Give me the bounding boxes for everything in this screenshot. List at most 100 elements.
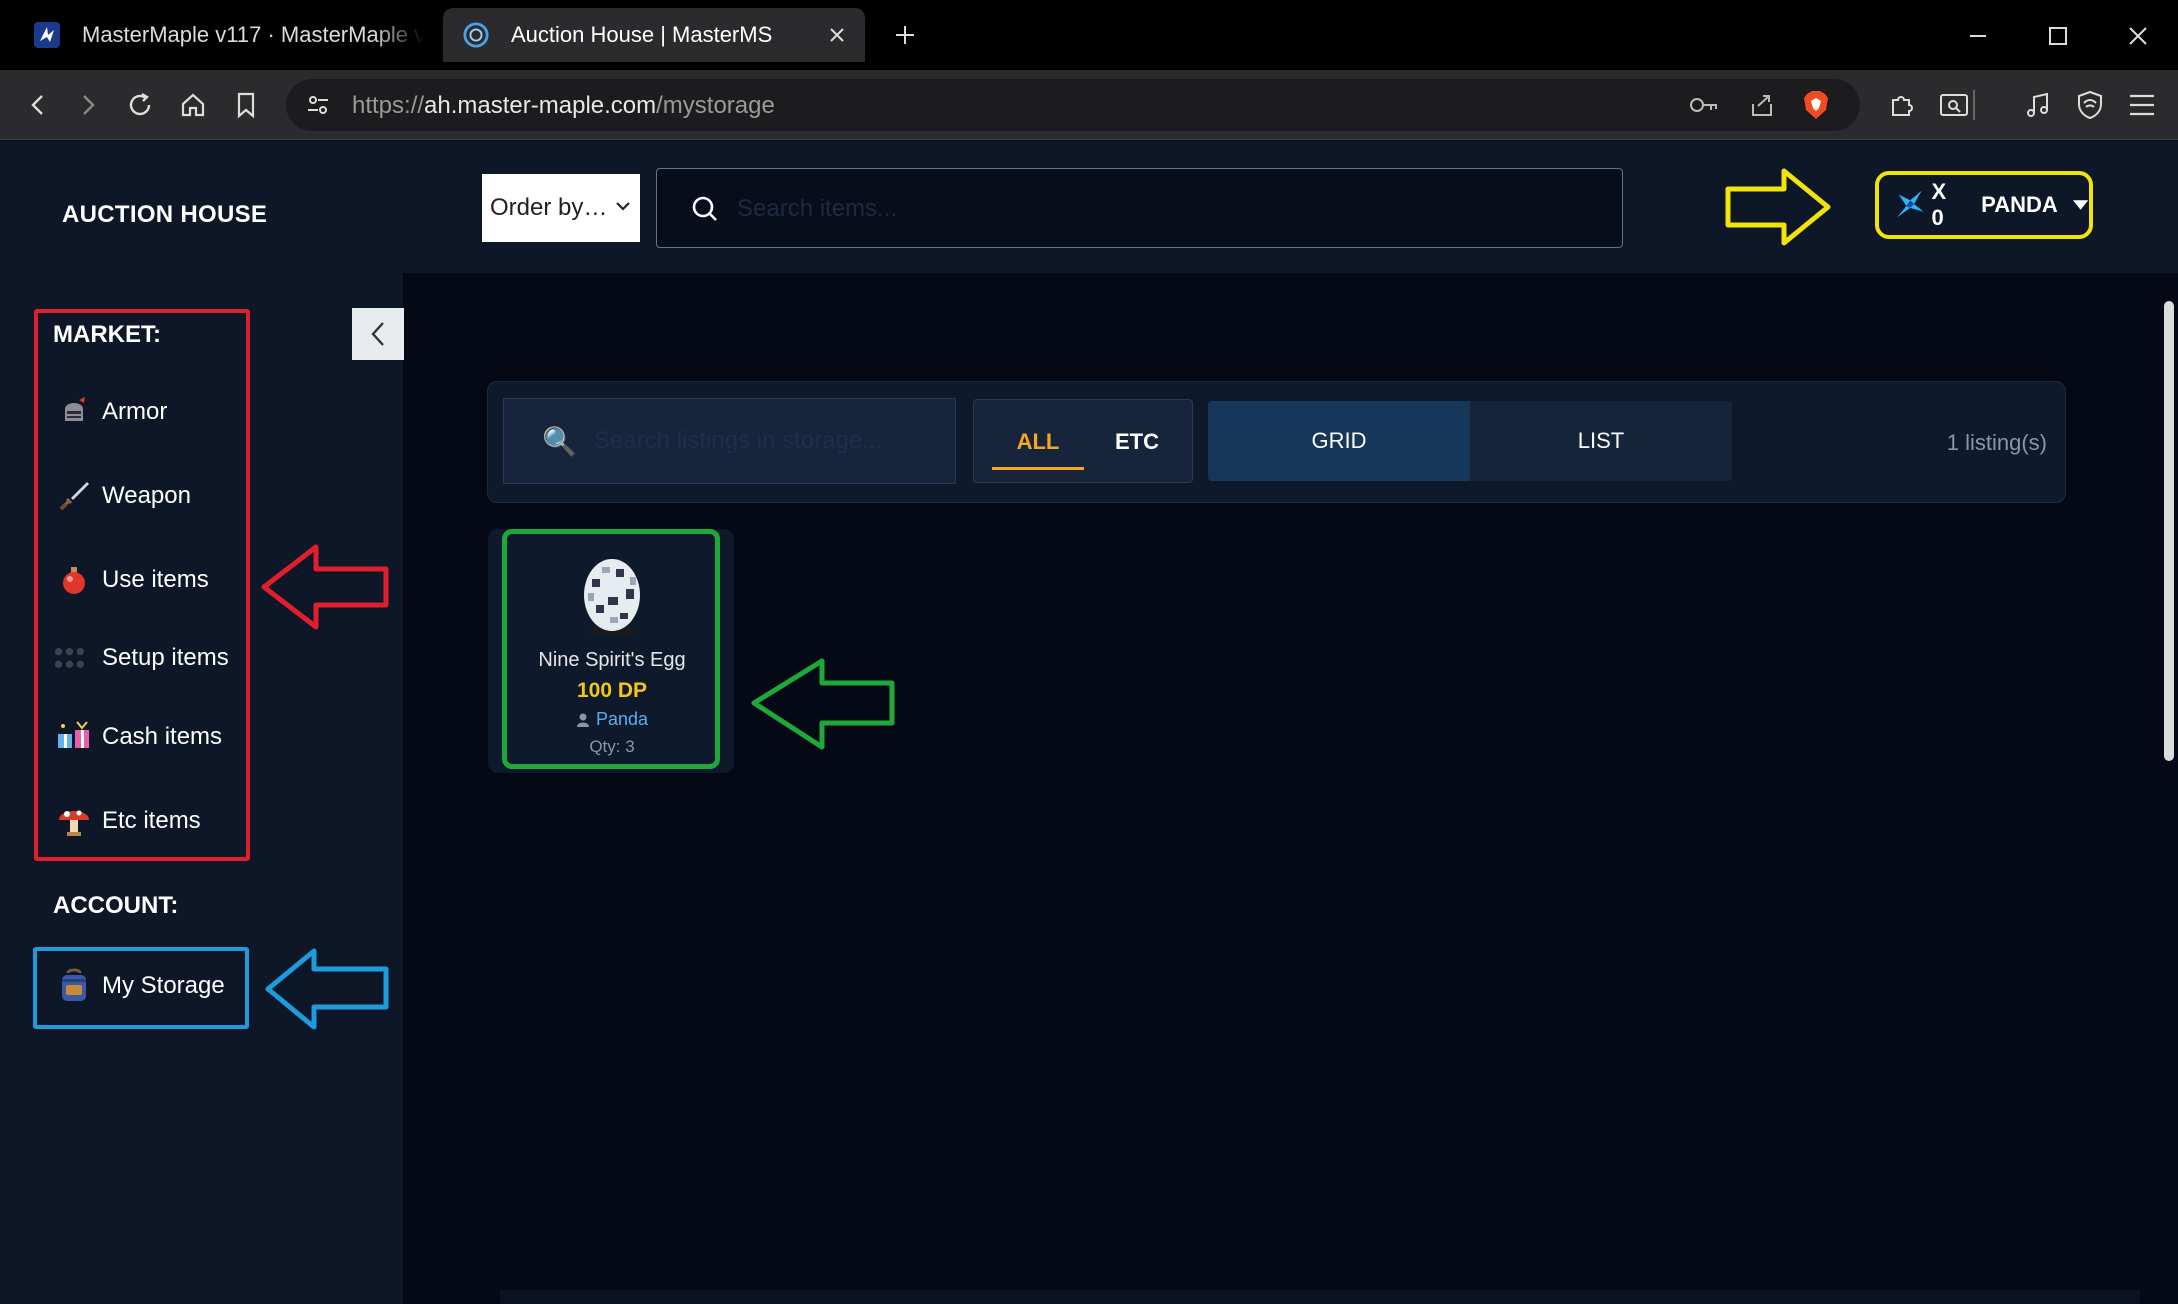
listing-card[interactable]: Nine Spirit's Egg 100 DP Panda Qty: 3	[488, 529, 734, 773]
mushroom-icon	[54, 801, 94, 841]
order-by-select[interactable]: Order by…	[482, 174, 640, 242]
grid-view-button[interactable]: GRID	[1208, 401, 1470, 481]
tab-title: Auction House | MasterMS	[511, 22, 773, 47]
caret-down-icon	[2072, 200, 2089, 210]
sidebar-item-label: Use items	[102, 566, 209, 593]
storage-filter-panel: 🔍 ALL ETC GRID LIST 1 listing(s)	[487, 381, 2066, 503]
sidebar-item-label: Cash items	[102, 723, 223, 750]
browser-tab-bar: MasterMaple v117 · MasterMaple v117 Auct…	[0, 0, 2178, 70]
active-tab-underline	[992, 467, 1084, 470]
order-by-value: Order by…	[490, 194, 608, 221]
browser-tab-mastermaple[interactable]: MasterMaple v117 · MasterMaple v117	[14, 8, 424, 62]
list-view-label: LIST	[1577, 428, 1625, 453]
item-price: 100 DP	[576, 679, 648, 702]
potion-icon	[54, 560, 94, 600]
category-tabs: ALL ETC	[973, 399, 1193, 483]
username: PANDA	[1981, 192, 2058, 217]
media-music-icon[interactable]	[2020, 87, 2056, 123]
reader-search-icon[interactable]	[1936, 87, 1972, 123]
currency-count: X 0	[1931, 179, 1947, 230]
global-search-input[interactable]	[737, 189, 1597, 229]
chevron-left-icon	[371, 322, 384, 346]
home-icon[interactable]	[175, 87, 211, 123]
brand-title[interactable]: AUCTION HOUSE	[62, 201, 267, 229]
item-name: Nine Spirit's Egg	[538, 649, 686, 671]
sidebar: AUCTION HOUSE MARKET: Armor Weapon Use i…	[0, 141, 404, 1304]
market-section-title: MARKET:	[53, 321, 161, 348]
armor-icon	[54, 392, 94, 432]
gift-icon	[54, 717, 94, 757]
sidebar-item-setup-items[interactable]: Setup items	[54, 631, 244, 685]
backpack-icon	[54, 966, 94, 1006]
bottom-strip	[500, 1290, 2140, 1304]
green-arrow-left-icon	[751, 658, 895, 750]
sidebar-item-my-storage[interactable]: My Storage	[54, 959, 244, 1013]
maximize-window-icon[interactable]	[2040, 18, 2076, 54]
browser-tab-auction-house[interactable]: Auction House | MasterMS	[443, 8, 865, 62]
sidebar-item-label: My Storage	[102, 972, 225, 999]
sidebar-item-label: Weapon	[102, 482, 191, 509]
top-bar: Order by… X 0 PANDA	[403, 141, 2178, 273]
sidebar-item-etc-items[interactable]: Etc items	[54, 794, 244, 848]
url-scheme: https://	[352, 92, 425, 119]
url-text: https://ah.master-maple.com/mystorage	[352, 92, 775, 120]
collapse-sidebar-button[interactable]	[352, 308, 404, 360]
global-search-box[interactable]	[656, 168, 1623, 248]
sidebar-item-label: Armor	[102, 398, 168, 425]
tab-etc[interactable]: ETC	[1094, 400, 1180, 484]
share-icon[interactable]	[1744, 87, 1780, 123]
auction-house-app: AUCTION HOUSE MARKET: Armor Weapon Use i…	[0, 141, 2178, 1304]
mastermaple-favicon-icon	[34, 22, 60, 48]
maple-currency-star-icon	[1896, 190, 1924, 218]
sidebar-item-label: Setup items	[102, 644, 229, 671]
close-tab-icon[interactable]	[823, 21, 851, 49]
item-quantity: Qty: 3	[589, 737, 635, 756]
account-section-title: ACCOUNT:	[53, 892, 179, 919]
user-menu-button[interactable]: X 0 PANDA	[1875, 171, 2093, 239]
minimize-window-icon[interactable]	[1960, 18, 1996, 54]
url-path: /mystorage	[656, 92, 775, 119]
setup-dots-icon	[54, 638, 94, 678]
scrollbar-thumb[interactable]	[2164, 301, 2174, 761]
toolbar-divider	[1970, 87, 1978, 123]
browser-toolbar: https://ah.master-maple.com/mystorage	[0, 70, 2178, 140]
close-window-icon[interactable]	[2120, 18, 2156, 54]
seller-name: Panda	[595, 709, 649, 729]
reload-icon[interactable]	[122, 87, 158, 123]
sidebar-item-cash-items[interactable]: Cash items	[54, 710, 244, 764]
magnifier-icon: 🔍	[542, 426, 577, 457]
sidebar-item-armor[interactable]: Armor	[54, 385, 244, 439]
item-seller[interactable]: Panda	[502, 709, 722, 730]
sidebar-item-weapon[interactable]: Weapon	[54, 469, 244, 523]
person-icon	[576, 713, 589, 727]
site-settings-icon[interactable]	[300, 87, 336, 123]
tab-etc-label: ETC	[1115, 429, 1159, 454]
sword-icon	[54, 476, 94, 516]
tab-all-label: ALL	[1016, 429, 1060, 454]
password-key-icon[interactable]	[1686, 87, 1722, 123]
listing-card-content: Nine Spirit's Egg 100 DP Panda Qty: 3	[502, 533, 722, 769]
url-host: ah.master-maple.com	[424, 92, 657, 119]
search-icon	[692, 196, 717, 221]
bookmark-icon[interactable]	[228, 87, 264, 123]
forward-arrow-icon[interactable]	[70, 87, 106, 123]
list-view-button[interactable]: LIST	[1470, 401, 1732, 481]
extensions-puzzle-icon[interactable]	[1884, 87, 1920, 123]
tab-title: MasterMaple v117 · MasterMaple v117	[82, 22, 424, 47]
vpn-shield-icon[interactable]	[2072, 87, 2108, 123]
listing-count: 1 listing(s)	[1946, 430, 2047, 455]
menu-hamburger-icon[interactable]	[2124, 87, 2160, 123]
storage-search-box[interactable]: 🔍	[503, 398, 956, 484]
sidebar-item-label: Etc items	[102, 807, 201, 834]
grid-view-label: GRID	[1311, 428, 1367, 453]
tab-all[interactable]: ALL	[992, 400, 1084, 484]
brave-shields-icon[interactable]	[1798, 87, 1834, 123]
new-tab-plus-icon[interactable]	[888, 18, 922, 52]
masterms-favicon-icon	[463, 22, 489, 48]
chevron-down-icon	[616, 202, 630, 211]
sidebar-item-use-items[interactable]: Use items	[54, 553, 244, 607]
egg-item-icon	[584, 559, 640, 636]
storage-search-input[interactable]	[594, 421, 934, 461]
address-bar[interactable]: https://ah.master-maple.com/mystorage	[286, 79, 1860, 131]
back-arrow-icon[interactable]	[20, 87, 56, 123]
